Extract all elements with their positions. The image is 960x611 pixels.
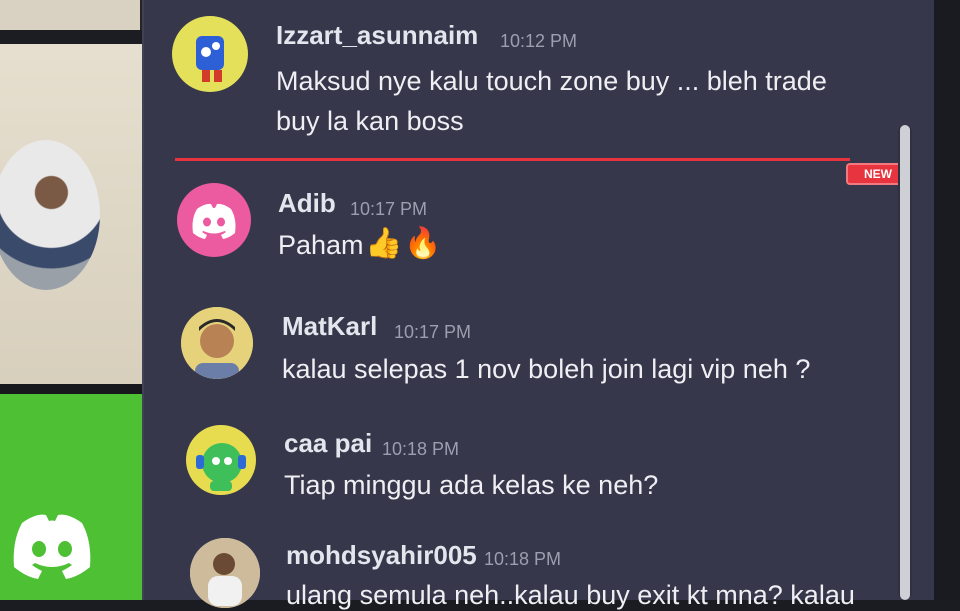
user-avatar[interactable] [186,425,256,495]
thumbs-up-emoji: 👍 [365,227,403,260]
message-timestamp: 10:12 PM [500,31,578,51]
robot-avatar-icon [196,36,224,82]
user-avatar[interactable] [190,538,260,608]
discord-logo-icon [192,203,236,239]
message-author[interactable]: Adib [278,188,336,219]
discord-logo-icon [13,514,91,579]
background-window-header [0,0,140,30]
message-text: Paham [278,230,364,260]
message-text: ulang semula neh..kalau buy exit kt mna?… [286,580,855,610]
message-text: Maksud nye kalu touch zone buy ... bleh … [276,66,827,96]
message-timestamp: 10:17 PM [394,322,472,342]
user-avatar[interactable] [181,307,253,379]
fire-emoji: 🔥 [404,227,442,260]
message-text: Tiap minggu ada kelas ke neh? [284,470,659,500]
message-timestamp: 10:18 PM [484,549,562,569]
user-avatar[interactable] [172,16,248,92]
robot-avatar-icon [196,443,246,491]
new-messages-divider [175,158,850,161]
message-author[interactable]: caa pai [284,428,372,459]
background-window [0,0,160,600]
message-text: kalau selepas 1 nov boleh join lagi vip … [282,354,811,384]
message-text: buy la kan boss [276,106,464,136]
message-author[interactable]: MatKarl [282,311,377,342]
user-photo-avatar [190,538,260,608]
background-window-divider [0,30,145,44]
window-edge [934,0,960,600]
user-photo-avatar [181,307,253,379]
message-author[interactable]: mohdsyahir005 [286,540,477,571]
user-avatar[interactable] [177,183,251,257]
message-timestamp: 10:17 PM [350,199,428,219]
scrollbar-thumb[interactable] [900,125,910,600]
background-window-divider [0,384,160,394]
message-author[interactable]: Izzart_asunnaim [276,20,478,51]
message-timestamp: 10:18 PM [382,439,460,459]
